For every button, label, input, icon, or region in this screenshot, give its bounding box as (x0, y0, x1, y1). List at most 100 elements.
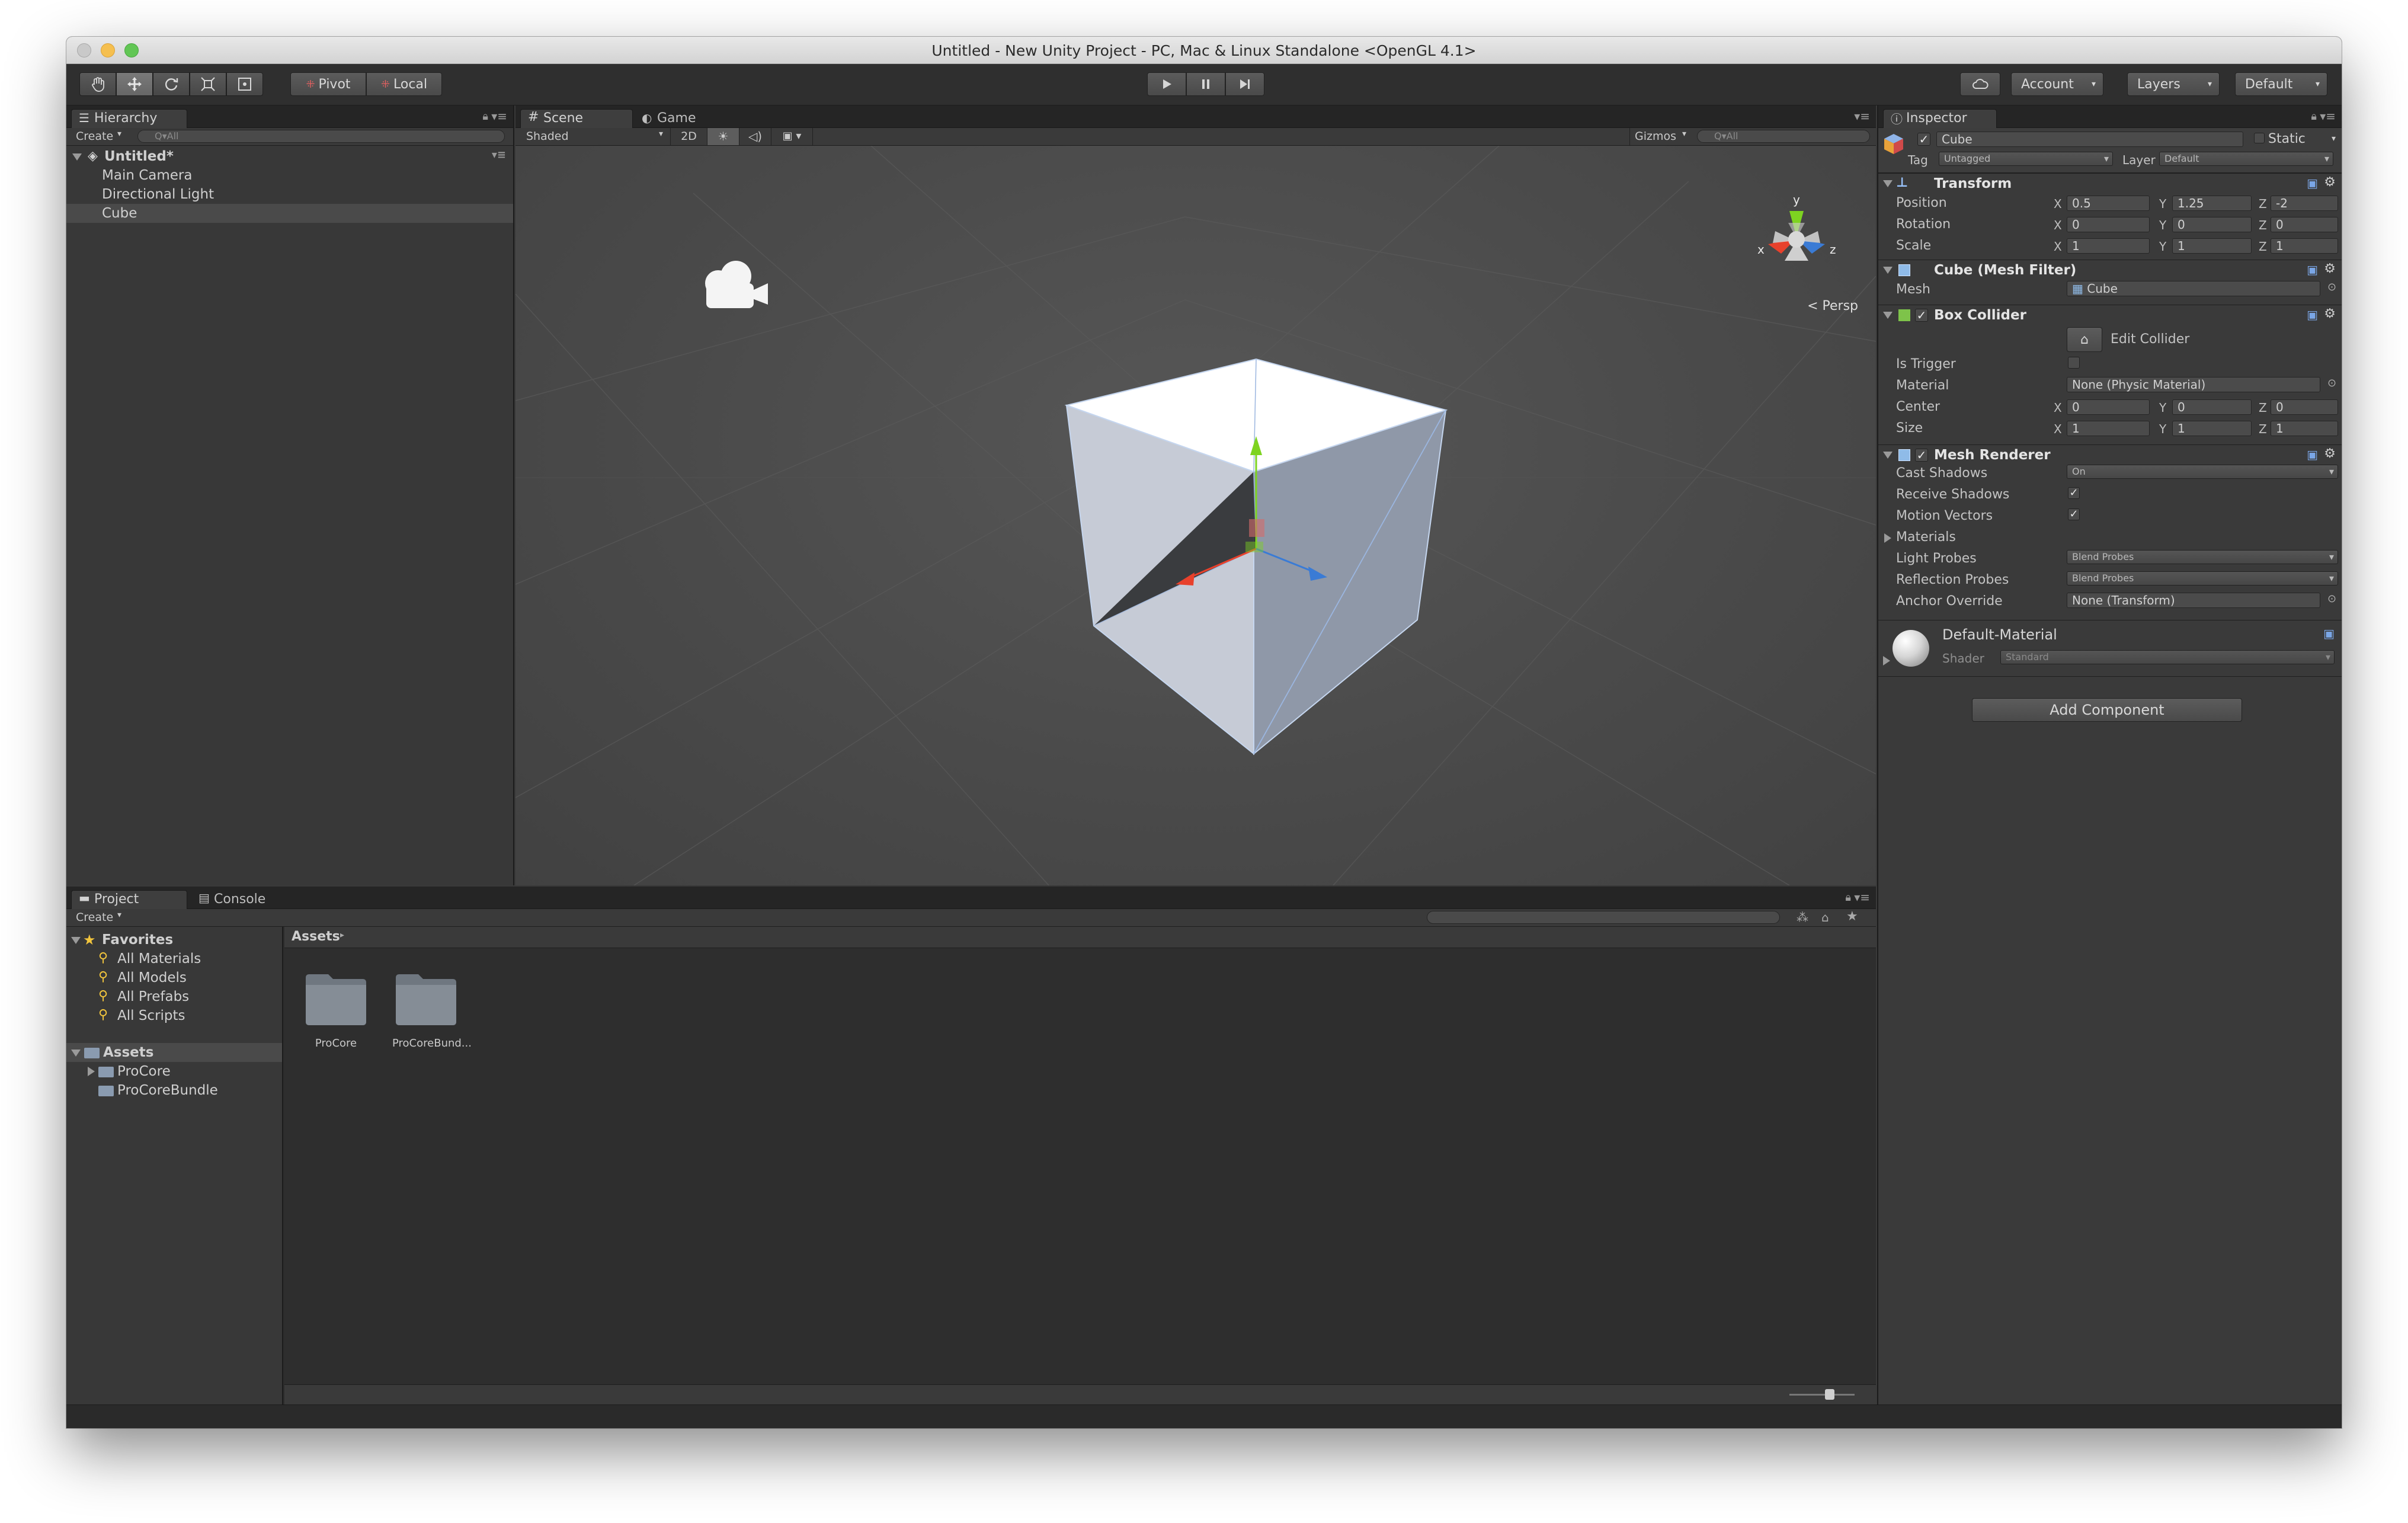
camera-gizmo-icon[interactable] (693, 255, 776, 320)
play-button[interactable] (1147, 72, 1186, 96)
cast-shadows-dropdown[interactable]: On ▾ (2067, 465, 2338, 479)
expand-triangle-icon[interactable] (71, 1050, 81, 1057)
expand-triangle-icon[interactable] (1884, 533, 1891, 543)
motion-vectors-checkbox[interactable]: ✓ (2068, 508, 2080, 520)
scene-row[interactable]: ◈ Untitled* ▾≡ (66, 147, 513, 166)
create-button[interactable]: Create (76, 130, 113, 143)
box-collider-header[interactable]: ✓ Box Collider ▣ ⚙ (1878, 305, 2342, 325)
pivot-toggle[interactable]: ⁜ Pivot (290, 72, 366, 96)
tab-project[interactable]: ▬ Project (71, 890, 187, 909)
tab-inspector[interactable]: ⓘ Inspector (1883, 109, 1997, 128)
object-picker-icon[interactable]: ⊙ (2327, 593, 2336, 605)
favorite-item[interactable]: ⚲ All Prefabs (66, 987, 282, 1006)
chevron-down-icon[interactable]: ▾ (2332, 134, 2336, 143)
breadcrumb-assets[interactable]: Assets (292, 929, 340, 944)
star-icon[interactable]: ★ (1846, 909, 1858, 924)
help-icon[interactable]: ▣ (2323, 626, 2335, 641)
tab-scene[interactable]: # Scene (520, 109, 633, 128)
expand-triangle-icon[interactable] (88, 1067, 95, 1076)
cloud-button[interactable] (1960, 72, 2000, 96)
favorite-item[interactable]: ⚲ All Scripts (66, 1006, 282, 1025)
help-icon[interactable]: ▣ (2307, 173, 2318, 193)
icon-size-slider-track[interactable] (1789, 1394, 1855, 1396)
rotation-y-field[interactable]: 0 (2172, 217, 2252, 232)
scene-search-input[interactable]: Q▾All (1697, 130, 1870, 143)
favorite-item[interactable]: ⚲ All Models (66, 968, 282, 987)
hierarchy-item[interactable]: Directional Light (66, 185, 513, 204)
position-x-field[interactable]: 0.5 (2067, 196, 2150, 211)
object-picker-icon[interactable]: ⊙ (2327, 281, 2336, 293)
projection-toggle[interactable]: < Persp (1807, 299, 1858, 313)
lock-icon[interactable]: 🔒︎ (1845, 891, 1851, 904)
hierarchy-search-input[interactable]: Q▾All (137, 130, 505, 143)
reflection-probes-dropdown[interactable]: Blend Probes ▾ (2067, 571, 2338, 585)
materials-label[interactable]: Materials (1896, 530, 1956, 545)
scale-z-field[interactable]: 1 (2271, 238, 2338, 254)
object-picker-icon[interactable]: ⊙ (2327, 377, 2336, 389)
mesh-field[interactable]: ▦ Cube (2067, 281, 2320, 296)
help-icon[interactable]: ▣ (2307, 260, 2318, 280)
center-x-field[interactable]: 0 (2067, 399, 2150, 415)
lock-icon[interactable]: 🔒︎ (2311, 110, 2317, 123)
assets-row[interactable]: Assets (66, 1043, 282, 1062)
light-probes-dropdown[interactable]: Blend Probes ▾ (2067, 550, 2338, 564)
shading-mode-dropdown[interactable]: Shaded ▾ (515, 128, 671, 145)
hierarchy-item-selected[interactable]: Cube (66, 204, 513, 223)
expand-triangle-icon[interactable] (72, 153, 82, 161)
favorites-row[interactable]: ★ Favorites (66, 930, 282, 949)
collapse-triangle-icon[interactable] (1883, 312, 1893, 319)
center-y-field[interactable]: 0 (2172, 399, 2252, 415)
object-name-field[interactable]: Cube (1936, 132, 2243, 147)
size-y-field[interactable]: 1 (2172, 421, 2252, 436)
account-dropdown[interactable]: Account ▾ (2011, 72, 2103, 96)
local-toggle[interactable]: ⁜ Local (366, 72, 442, 96)
layer-dropdown[interactable]: Default ▾ (2159, 152, 2333, 166)
create-button[interactable]: Create (76, 911, 113, 924)
position-z-field[interactable]: -2 (2271, 196, 2338, 211)
layout-dropdown[interactable]: Default ▾ (2235, 72, 2327, 96)
scale-tool-button[interactable] (190, 72, 226, 96)
hand-tool-button[interactable] (79, 72, 116, 96)
object-active-checkbox[interactable]: ✓ (1917, 133, 1930, 146)
filter-by-type-icon[interactable]: ⁂ (1797, 910, 1808, 924)
layers-dropdown[interactable]: Layers ▾ (2127, 72, 2220, 96)
rotation-z-field[interactable]: 0 (2271, 217, 2338, 232)
center-z-field[interactable]: 0 (2271, 399, 2338, 415)
expand-triangle-icon[interactable] (71, 937, 81, 944)
tab-hierarchy[interactable]: ☰ Hierarchy (71, 109, 187, 128)
gear-icon[interactable]: ⚙ (2324, 444, 2336, 464)
panel-menu-icon[interactable]: ▾≡ (1854, 109, 1870, 123)
gizmos-dropdown[interactable]: Gizmos ▾ (1629, 128, 1690, 145)
lock-icon[interactable]: 🔒︎ (482, 110, 488, 123)
collapse-triangle-icon[interactable] (1883, 180, 1893, 187)
tab-console[interactable]: ▤ Console (191, 890, 297, 909)
gear-icon[interactable]: ⚙ (2324, 259, 2336, 279)
asset-folder[interactable]: ProCoreBund... (392, 970, 487, 1050)
cube-object[interactable] (1061, 353, 1475, 780)
shader-dropdown[interactable]: Standard ▾ (2000, 650, 2335, 664)
gear-icon[interactable]: ⚙ (2324, 172, 2336, 193)
rect-tool-button[interactable] (226, 72, 263, 96)
icon-size-slider-thumb[interactable] (1825, 1389, 1834, 1400)
scene-menu-icon[interactable]: ▾≡ (492, 146, 506, 165)
pause-button[interactable] (1186, 72, 1225, 96)
asset-tree-item[interactable]: ProCore (66, 1062, 282, 1081)
audio-toggle[interactable]: ◁) (739, 128, 771, 145)
mesh-renderer-header[interactable]: ✓ Mesh Renderer ▣ ⚙ (1878, 444, 2342, 465)
mode-2d-toggle[interactable]: 2D (671, 128, 707, 145)
help-icon[interactable]: ▣ (2307, 305, 2318, 325)
project-search-input[interactable] (1427, 911, 1780, 924)
tab-game[interactable]: ◐ Game (634, 109, 723, 128)
filter-by-label-icon[interactable]: ⌂ (1821, 910, 1829, 924)
panel-menu-icon[interactable]: ▾≡ (1854, 890, 1870, 904)
rotation-x-field[interactable]: 0 (2067, 217, 2150, 232)
mesh-renderer-enabled-checkbox[interactable]: ✓ (1915, 449, 1928, 462)
box-collider-enabled-checkbox[interactable]: ✓ (1915, 309, 1928, 322)
collapse-triangle-icon[interactable] (1883, 267, 1893, 274)
scale-y-field[interactable]: 1 (2172, 238, 2252, 254)
position-y-field[interactable]: 1.25 (2172, 196, 2252, 211)
scene-viewport[interactable]: y x z < Persp (515, 146, 1876, 885)
asset-tree-item[interactable]: ProCoreBundle (66, 1081, 282, 1100)
transform-header[interactable]: ⊥ Transform ▣ ⚙ (1878, 173, 2342, 193)
move-tool-button[interactable] (116, 72, 153, 96)
